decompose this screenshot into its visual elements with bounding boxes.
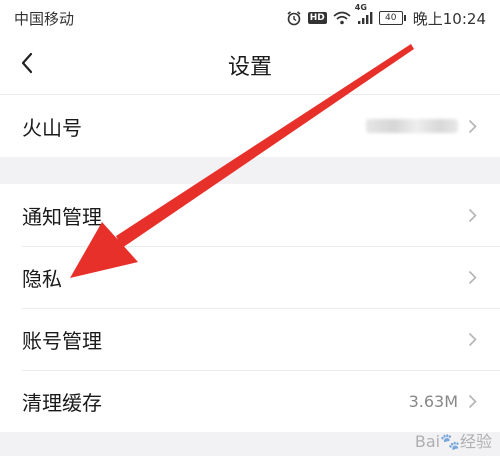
settings-row-huoshan-id[interactable]: 火山号 [0,95,500,157]
chevron-right-icon [468,269,478,285]
blurred-value [366,119,458,133]
battery-icon: 40 [378,11,406,25]
chevron-right-icon [468,393,478,409]
chevron-right-icon [468,118,478,134]
network-type-label: 4G [354,3,367,12]
wifi-icon [333,11,351,25]
watermark-logo: Bai🐾经验 [414,432,492,451]
hd-icon: HD [307,12,327,24]
row-label: 火山号 [22,115,82,140]
row-label: 隐私 [22,266,62,291]
cache-size-value: 3.63M [408,391,458,411]
status-icons: HD 4G 40 晚上10:24 [286,3,486,29]
nav-bar: 设置 [0,36,500,95]
back-button[interactable] [12,50,42,80]
row-label: 账号管理 [22,328,102,353]
carrier-name: 中国移动 [14,9,75,28]
chevron-right-icon [468,331,478,347]
settings-group-main: 通知管理 隐私 账号管理 清理缓存 3.63M [0,184,500,432]
row-label: 通知管理 [22,204,102,229]
settings-group-account-id: 火山号 [0,95,500,157]
row-label: 清理缓存 [22,390,102,415]
page-title: 设置 [227,55,272,80]
chevron-left-icon [20,52,34,78]
status-bar: 中国移动 HD 4G 40 晚上10:24 [0,0,500,36]
settings-row-privacy[interactable]: 隐私 [0,246,500,308]
settings-row-account-management[interactable]: 账号管理 [0,308,500,370]
chevron-right-icon [468,207,478,223]
signal-icon: 4G [355,3,373,25]
alarm-icon [286,10,302,26]
settings-row-notifications[interactable]: 通知管理 [0,184,500,246]
settings-row-clear-cache[interactable]: 清理缓存 3.63M [0,370,500,432]
clock-time: 晚上10:24 [412,9,486,28]
